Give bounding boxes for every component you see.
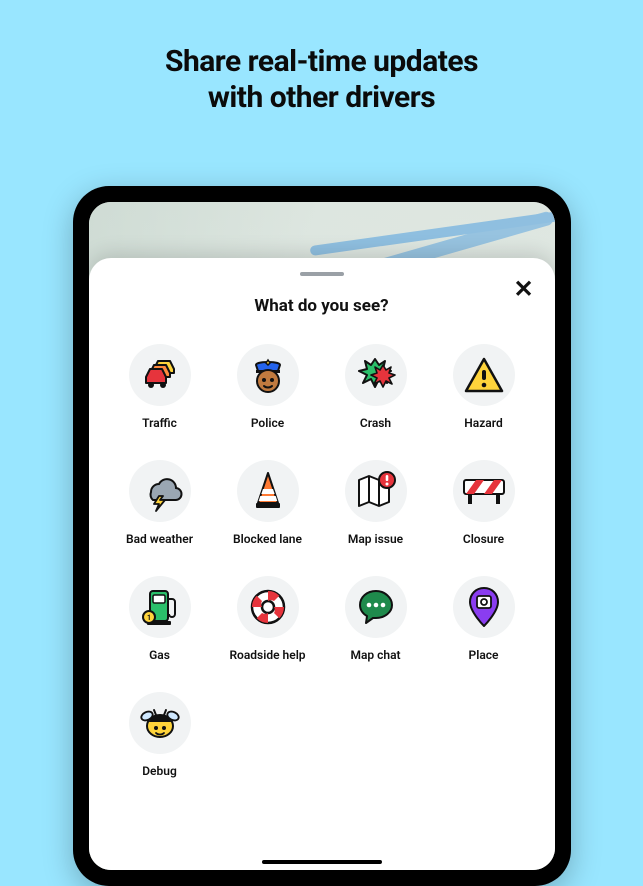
report-debug[interactable]: Debug [119, 692, 201, 778]
report-blocked-lane[interactable]: Blocked lane [227, 460, 309, 546]
gas-icon: 1 [129, 576, 191, 638]
report-label: Debug [142, 764, 177, 778]
report-police[interactable]: Police [227, 344, 309, 430]
report-label: Blocked lane [233, 532, 302, 546]
report-label: Crash [360, 416, 391, 430]
map-chat-icon [345, 576, 407, 638]
report-label: Bad weather [126, 532, 193, 546]
crash-icon [345, 344, 407, 406]
report-closure[interactable]: Closure [443, 460, 525, 546]
headline-line-2: with other drivers [208, 80, 435, 115]
report-label: Map chat [350, 648, 400, 662]
report-label: Roadside help [229, 648, 305, 662]
report-place[interactable]: Place [443, 576, 525, 662]
sheet-grabber[interactable] [300, 272, 344, 276]
report-traffic[interactable]: Traffic [119, 344, 201, 430]
report-label: Map issue [348, 532, 403, 546]
report-map-issue[interactable]: Map issue [335, 460, 417, 546]
tablet-frame: ✕ What do you see? [73, 186, 571, 886]
place-icon [453, 576, 515, 638]
report-gas[interactable]: 1 Gas [119, 576, 201, 662]
report-bad-weather[interactable]: Bad weather [119, 460, 201, 546]
tablet-screen: ✕ What do you see? [89, 202, 555, 870]
report-roadside-help[interactable]: Roadside help [227, 576, 309, 662]
report-crash[interactable]: Crash [335, 344, 417, 430]
svg-text:1: 1 [146, 614, 150, 622]
report-label: Hazard [464, 416, 502, 430]
closure-icon [453, 460, 515, 522]
bad-weather-icon [129, 460, 191, 522]
report-sheet: ✕ What do you see? [89, 258, 555, 870]
close-icon: ✕ [513, 275, 533, 304]
report-label: Traffic [142, 416, 177, 430]
report-label: Place [469, 648, 499, 662]
map-issue-icon [345, 460, 407, 522]
hazard-icon [453, 344, 515, 406]
debug-icon [129, 692, 191, 754]
headline-line-1: Share real-time updates [165, 44, 478, 79]
report-label: Closure [463, 532, 504, 546]
report-label: Police [251, 416, 284, 430]
traffic-icon [129, 344, 191, 406]
promo-headline: Share real-time updates with other drive… [0, 0, 643, 116]
roadside-help-icon [237, 576, 299, 638]
blocked-lane-icon [237, 460, 299, 522]
sheet-title: What do you see? [111, 296, 533, 316]
report-grid: Traffic Police [111, 344, 533, 778]
close-button[interactable]: ✕ [511, 276, 537, 302]
police-icon [237, 344, 299, 406]
report-label: Gas [149, 648, 170, 662]
home-indicator[interactable] [262, 860, 382, 864]
report-hazard[interactable]: Hazard [443, 344, 525, 430]
report-map-chat[interactable]: Map chat [335, 576, 417, 662]
